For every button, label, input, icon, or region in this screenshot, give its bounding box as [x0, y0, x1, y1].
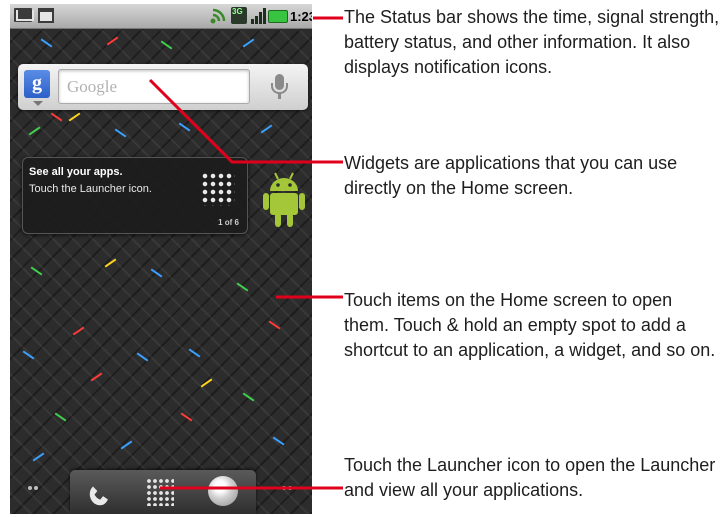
status-bar[interactable]: 1:23PM — [10, 4, 312, 29]
annotation-launcher: Touch the Launcher icon to open the Laun… — [344, 455, 716, 500]
wallpaper-dash — [160, 40, 173, 50]
wallpaper-dash — [50, 112, 63, 122]
microphone-icon — [271, 74, 288, 94]
3g-icon — [231, 7, 247, 24]
previous-screen-indicator[interactable] — [28, 486, 42, 492]
tip-text: Touch the Launcher icon. — [29, 183, 152, 195]
android-robot-icon[interactable] — [262, 170, 306, 228]
wallpaper-dash — [40, 38, 53, 48]
wallpaper-dash — [242, 392, 255, 402]
wallpaper-dash — [120, 440, 133, 450]
tip-title: See all your apps. — [29, 166, 123, 178]
wifi-icon — [210, 8, 226, 24]
annotation-widgets: Widgets are applications that you can us… — [344, 153, 678, 198]
wallpaper-dash — [178, 122, 191, 132]
wallpaper-dash — [54, 412, 67, 422]
wallpaper-dash — [236, 282, 249, 292]
search-input[interactable]: Google — [58, 69, 250, 104]
annotation-status-bar: The Status bar shows the time, signal st… — [344, 7, 720, 77]
wallpaper-dash — [268, 320, 281, 330]
chevron-down-icon — [33, 101, 43, 106]
next-screen-indicator[interactable] — [282, 486, 296, 492]
launcher-button[interactable] — [146, 478, 174, 506]
gmail-icon — [14, 8, 34, 22]
wallpaper-dash — [32, 452, 45, 462]
google-search-widget[interactable]: g Google — [18, 64, 308, 110]
wallpaper-dash — [150, 268, 163, 278]
search-placeholder: Google — [67, 77, 118, 96]
voice-search-button[interactable] — [258, 69, 302, 104]
wallpaper-dash — [272, 436, 285, 446]
annotation-home-screen: Touch items on the Home screen to open t… — [344, 290, 716, 360]
wallpaper-dash — [28, 126, 41, 136]
status-clock: 1:23PM — [290, 9, 312, 24]
signal-icon — [251, 8, 266, 24]
microphone-stand — [278, 94, 281, 99]
wallpaper-dash — [30, 266, 43, 276]
wallpaper-dash — [188, 348, 201, 358]
phone-screen: 1:23PM g Google See all your apps. Touch… — [10, 4, 312, 514]
launcher-grid-icon — [201, 172, 235, 206]
launcher-tip-widget[interactable]: See all your apps. Touch the Launcher ic… — [22, 157, 248, 234]
wallpaper-dash — [242, 38, 255, 48]
wallpaper-dash — [136, 352, 149, 362]
wallpaper-dash — [114, 128, 127, 138]
browser-icon[interactable] — [208, 476, 238, 506]
wallpaper-dash — [260, 124, 273, 134]
tip-counter: 1 of 6 — [218, 218, 239, 227]
wallpaper-dash — [200, 378, 213, 388]
wallpaper-dash — [104, 258, 117, 268]
google-logo-icon[interactable]: g — [24, 70, 50, 98]
wallpaper-dash — [90, 372, 103, 382]
wallpaper-dash — [180, 412, 193, 422]
calendar-icon — [38, 8, 54, 23]
phone-icon[interactable] — [84, 476, 116, 508]
dock — [70, 470, 256, 514]
wallpaper-dash — [22, 350, 35, 360]
wallpaper-dash — [68, 112, 81, 122]
wallpaper-dash — [72, 326, 85, 336]
battery-icon — [268, 10, 288, 23]
clock-time: 1:23 — [290, 9, 312, 24]
wallpaper-dash — [106, 36, 119, 46]
